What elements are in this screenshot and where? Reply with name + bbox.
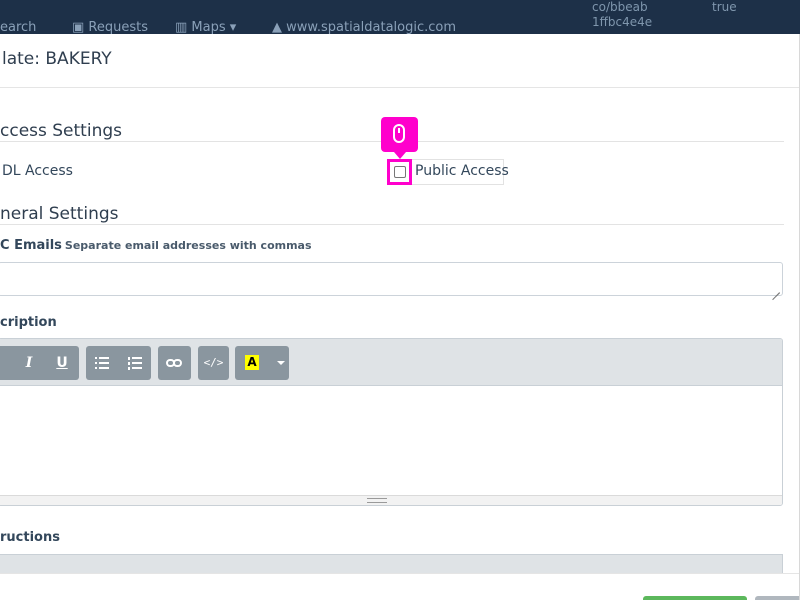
inbox-icon: ▣ (72, 20, 89, 35)
editor-resize-bar[interactable] (0, 495, 782, 505)
modal-header: late: BAKERY (0, 34, 799, 88)
save-button[interactable] (643, 596, 747, 600)
nav-maps[interactable]: ▥ Maps ▾ (175, 20, 236, 35)
ordered-list-button[interactable] (119, 346, 151, 380)
cancel-button[interactable] (755, 596, 799, 600)
description-label: cription (0, 315, 57, 330)
font-color-icon: A (245, 355, 259, 370)
numbered-list-icon (128, 357, 142, 370)
text-color-button[interactable]: A (235, 346, 267, 380)
nav-right-text-2: 1ffbc4e4e (592, 15, 653, 29)
italic-button[interactable]: I (13, 346, 45, 380)
instructions-label: ructions (0, 530, 60, 545)
mouse-icon (393, 124, 405, 143)
sdl-access-label: DL Access (2, 163, 73, 179)
top-navbar: earch ▣ Requests ▥ Maps ▾ ▲ www.spatiald… (0, 0, 800, 35)
resize-handle-icon[interactable] (772, 285, 780, 293)
list-group (86, 346, 151, 380)
color-group: A (235, 346, 289, 380)
description-editor: I U </> A (0, 338, 783, 506)
unordered-list-button[interactable] (86, 346, 118, 380)
public-access-label[interactable]: Public Access (415, 163, 509, 179)
code-group: </> (198, 346, 229, 380)
institution-icon: ▲ (272, 20, 287, 35)
nav-search[interactable]: earch (0, 20, 36, 35)
cc-emails-textarea[interactable] (0, 262, 783, 296)
nav-requests[interactable]: ▣ Requests (72, 20, 148, 35)
general-settings-heading: neral Settings (0, 204, 119, 224)
section-divider (0, 224, 784, 225)
link-button[interactable] (158, 346, 190, 380)
link-icon (166, 359, 182, 367)
modal-title: late: BAKERY (2, 49, 112, 69)
color-dropdown-icon[interactable] (277, 361, 285, 365)
map-icon: ▥ (175, 20, 192, 35)
underline-button[interactable]: U (46, 346, 78, 380)
cc-emails-label: C Emails Separate email addresses with co… (0, 238, 312, 253)
nav-right-value: true (712, 0, 737, 14)
editor-content-area[interactable] (0, 387, 782, 497)
nav-website[interactable]: ▲ www.spatialdatalogic.com (272, 20, 456, 35)
bullet-list-icon (95, 357, 109, 369)
nav-right-text: co/bbeab (592, 0, 648, 14)
modal-footer (0, 573, 799, 600)
cc-emails-hint: Separate email addresses with commas (64, 239, 312, 252)
link-group (158, 346, 191, 380)
editor-toolbar: I U </> A (0, 339, 782, 386)
click-marker (381, 117, 418, 159)
resize-grip-icon (367, 498, 387, 503)
template-modal: late: BAKERY ccess Settings DL Access Pu… (0, 34, 800, 600)
access-settings-heading: ccess Settings (0, 121, 122, 141)
font-style-group: I U (0, 346, 79, 380)
click-target-highlight (387, 159, 412, 185)
code-view-button[interactable]: </> (198, 346, 229, 380)
chevron-down-icon: ▾ (229, 20, 237, 35)
